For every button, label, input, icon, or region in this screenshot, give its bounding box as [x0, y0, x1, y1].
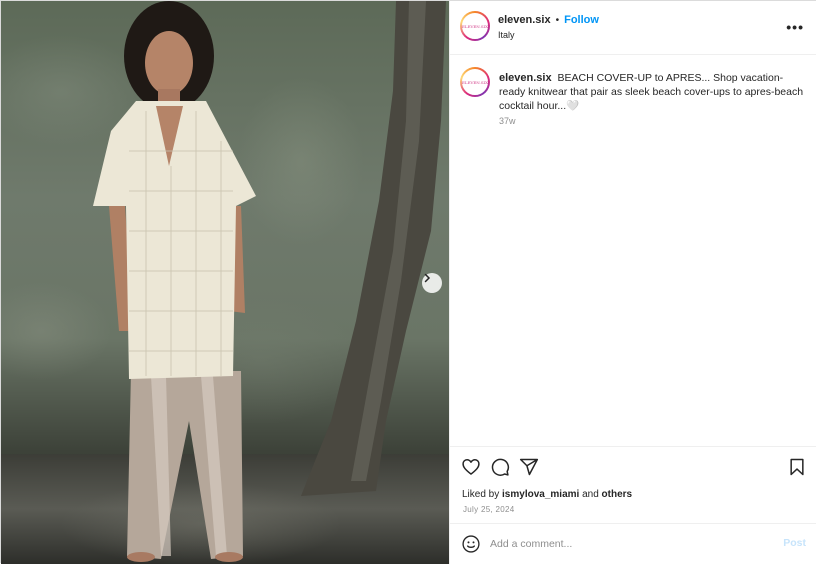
post-details-panel: ELEVEN.SIX eleven.six • Follow Italy •••…	[449, 1, 816, 564]
caption-avatar[interactable]: ELEVEN.SIX	[460, 67, 490, 97]
separator-dot: •	[555, 14, 560, 26]
liked-user[interactable]: ismylova_miami	[502, 489, 579, 500]
liked-others[interactable]: others	[602, 489, 633, 500]
post-header: ELEVEN.SIX eleven.six • Follow Italy •••	[450, 1, 816, 55]
comment-input[interactable]	[490, 536, 770, 552]
comment-bar: Post	[450, 523, 816, 564]
emoji-button[interactable]	[460, 533, 482, 555]
post-photo	[1, 1, 449, 564]
avatar-logo: ELEVEN.SIX	[462, 13, 488, 39]
post-date[interactable]: July 25, 2024	[463, 505, 515, 514]
liked-by: Liked by ismylova_miami and others	[462, 489, 632, 500]
liked-prefix: Liked by	[462, 489, 500, 500]
emoji-icon	[462, 535, 480, 553]
post-comment-button[interactable]: Post	[783, 537, 806, 549]
caption-timestamp[interactable]: 37w	[499, 116, 516, 126]
header-user-line: eleven.six • Follow	[498, 14, 599, 26]
header-username[interactable]: eleven.six	[498, 14, 551, 26]
caption-text: eleven.six BEACH COVER-UP to APRES... Sh…	[499, 71, 804, 113]
share-icon	[519, 458, 539, 476]
comment-button[interactable]	[489, 456, 511, 478]
like-button[interactable]	[460, 456, 482, 478]
photo-illustration	[93, 1, 446, 562]
bookmark-icon	[790, 458, 804, 476]
heart-icon	[462, 459, 480, 475]
location-link[interactable]: Italy	[498, 30, 515, 40]
liked-mid: and	[582, 489, 599, 500]
avatar[interactable]: ELEVEN.SIX	[460, 11, 490, 41]
next-image-button[interactable]	[422, 273, 442, 293]
caption-username[interactable]: eleven.six	[499, 72, 552, 84]
more-icon[interactable]: •••	[786, 19, 804, 35]
follow-button[interactable]: Follow	[564, 14, 599, 26]
comment-icon	[491, 458, 510, 476]
save-button[interactable]	[786, 456, 808, 478]
post-dialog: ELEVEN.SIX eleven.six • Follow Italy •••…	[0, 0, 816, 564]
avatar-logo: ELEVEN.SIX	[462, 69, 488, 95]
share-button[interactable]	[518, 456, 540, 478]
chevron-right-icon	[424, 273, 431, 283]
